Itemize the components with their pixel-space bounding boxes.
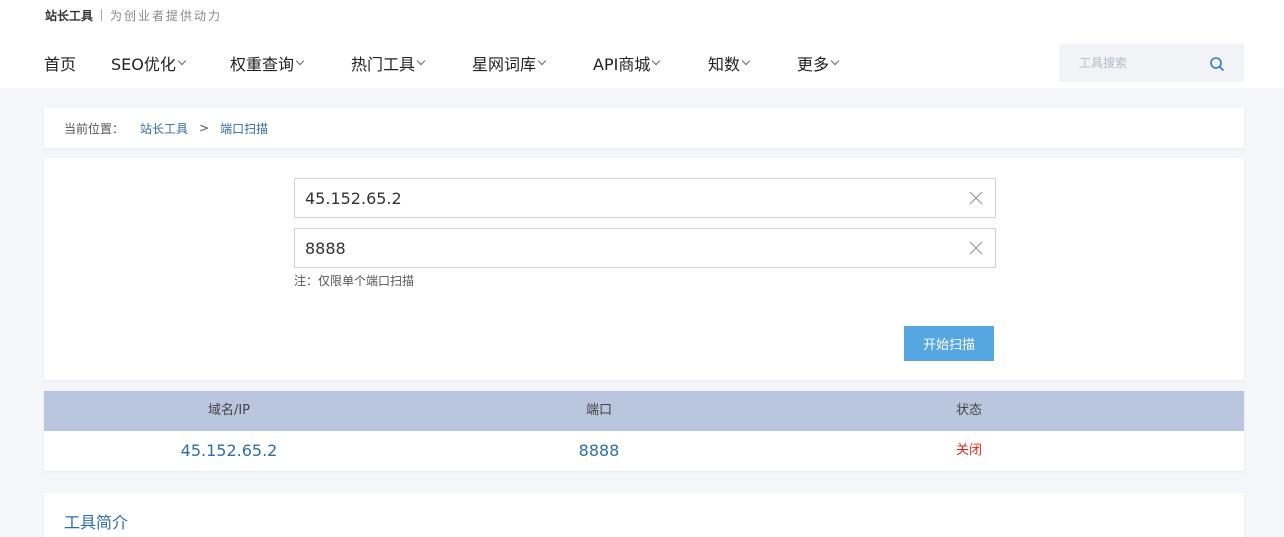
site-header: 站长工具 为创业者提供动力 首页 SEO优化 权重查询 热门工具 星网词库 AP… bbox=[0, 0, 1284, 88]
breadcrumb-link-home[interactable]: 站长工具 bbox=[140, 120, 188, 137]
search-icon[interactable] bbox=[1209, 56, 1225, 72]
nav-item-weight[interactable]: 权重查询 bbox=[230, 51, 305, 75]
scan-note: 注：仅限单个端口扫描 bbox=[294, 274, 415, 288]
chevron-down-icon[interactable] bbox=[741, 56, 751, 66]
host-field bbox=[294, 178, 996, 218]
intro-title: 工具简介 bbox=[64, 513, 129, 532]
brand-divider bbox=[101, 9, 103, 21]
port-input[interactable] bbox=[295, 229, 955, 267]
nav-item-zhishu[interactable]: 知数 bbox=[708, 51, 751, 75]
chevron-down-icon[interactable] bbox=[652, 56, 661, 66]
nav-label[interactable]: 权重查询 bbox=[230, 51, 294, 75]
chevron-down-icon[interactable] bbox=[537, 56, 547, 66]
table-row: 关闭 bbox=[784, 431, 1154, 471]
tool-search bbox=[1059, 44, 1244, 82]
tool-intro: 工具简介 bbox=[44, 493, 1244, 537]
chevron-down-icon[interactable] bbox=[177, 56, 187, 66]
search-input[interactable] bbox=[1059, 44, 1209, 82]
nav-label[interactable]: 知数 bbox=[708, 51, 740, 75]
nav-label[interactable]: API商城 bbox=[593, 51, 650, 75]
breadcrumb: 当前位置： 站长工具 > 端口扫描 bbox=[44, 108, 1244, 148]
result-host[interactable]: 45.152.65.2 bbox=[181, 441, 278, 460]
nav-label[interactable]: 热门工具 bbox=[351, 51, 415, 75]
result-table: 域名/IP 端口 状态 45.152.65.2 8888 关闭 bbox=[44, 391, 1244, 471]
brand[interactable]: 站长工具 为创业者提供动力 bbox=[45, 6, 222, 24]
nav-item-home[interactable]: 首页 bbox=[44, 52, 76, 74]
port-field bbox=[294, 228, 996, 268]
result-port[interactable]: 8888 bbox=[579, 441, 620, 460]
breadcrumb-link-current[interactable]: 端口扫描 bbox=[220, 120, 268, 137]
nav-item-hot-tools[interactable]: 热门工具 bbox=[351, 51, 426, 75]
nav-item-keywords[interactable]: 星网词库 bbox=[472, 51, 547, 75]
status-badge: 关闭 bbox=[955, 443, 982, 458]
nav-item-more[interactable]: 更多 bbox=[797, 51, 840, 75]
breadcrumb-label: 当前位置： bbox=[64, 121, 125, 136]
clear-icon[interactable] bbox=[969, 241, 983, 255]
brand-name[interactable]: 站长工具 bbox=[45, 7, 93, 24]
nav-label[interactable]: 更多 bbox=[797, 51, 829, 75]
clear-icon[interactable] bbox=[969, 191, 983, 205]
nav-item-api[interactable]: API商城 bbox=[593, 51, 661, 75]
table-row: 8888 bbox=[414, 431, 784, 471]
nav-label[interactable]: 首页 bbox=[44, 51, 76, 75]
column-header-status: 状态 bbox=[955, 403, 982, 418]
nav-label[interactable]: 星网词库 bbox=[472, 51, 536, 75]
chevron-down-icon[interactable] bbox=[416, 56, 426, 66]
brand-slogan: 为创业者提供动力 bbox=[110, 8, 223, 23]
host-input[interactable] bbox=[295, 179, 955, 217]
nav-item-seo[interactable]: SEO优化 bbox=[111, 51, 187, 75]
breadcrumb-separator: > bbox=[199, 121, 210, 135]
column-header-port: 端口 bbox=[585, 403, 612, 418]
start-scan-button[interactable]: 开始扫描 bbox=[904, 326, 994, 361]
chevron-down-icon[interactable] bbox=[295, 56, 305, 66]
nav-label[interactable]: SEO优化 bbox=[111, 51, 176, 75]
chevron-down-icon[interactable] bbox=[830, 56, 840, 66]
column-header-host: 域名/IP bbox=[207, 403, 251, 418]
table-row: 45.152.65.2 bbox=[44, 431, 414, 471]
scan-form: 注：仅限单个端口扫描 开始扫描 bbox=[44, 158, 1244, 380]
